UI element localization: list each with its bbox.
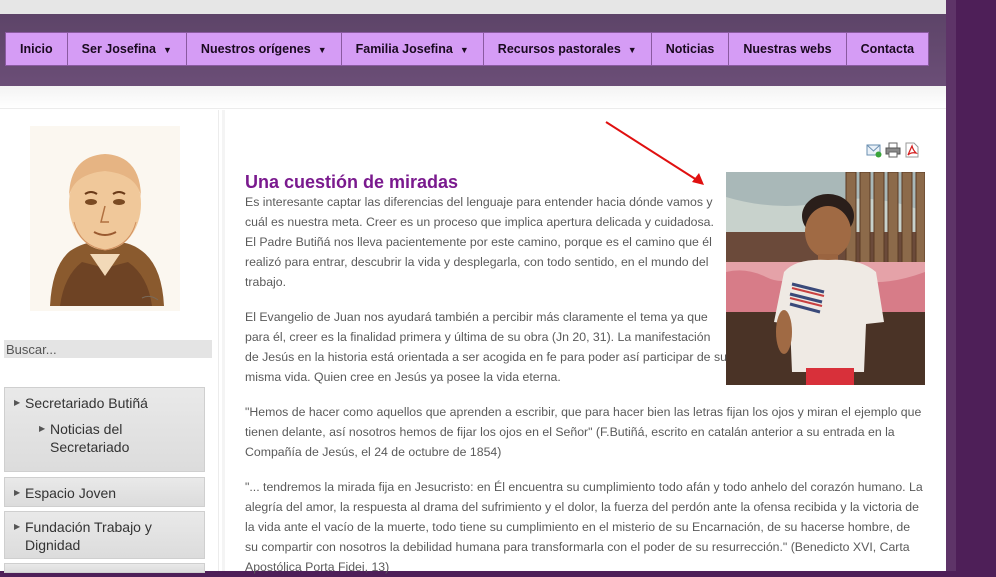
nav-label: Recursos pastorales <box>497 42 621 56</box>
pdf-icon[interactable] <box>904 142 920 158</box>
column-divider <box>222 110 225 571</box>
sidebar: ▶ Secretariado Butiñá ▶ Noticias del Sec… <box>0 110 219 573</box>
sidebar-subitem-noticias-del-secretariado[interactable]: ▶ Noticias del Secretariado <box>5 420 200 456</box>
top-banner <box>0 0 946 15</box>
sidebar-row: ▶ Fundación Trabajo y Dignidad <box>5 518 175 554</box>
nav-item-noticias[interactable]: Noticias <box>651 32 730 66</box>
print-icon[interactable] <box>885 142 901 158</box>
article-paragraph: "Hemos de hacer como aquellos que aprend… <box>245 405 922 459</box>
sidebar-item-label: Secretariado Butiñá <box>25 395 148 411</box>
triangle-right-icon: ▶ <box>14 522 21 531</box>
nav-item-inicio[interactable]: Inicio <box>6 32 68 66</box>
sidebar-item-secretariado-butina[interactable]: ▶ Secretariado Butiñá <box>5 394 204 412</box>
triangle-right-icon: ▶ <box>14 488 21 497</box>
portrait-drawing <box>30 126 180 311</box>
caret-down-icon: ▼ <box>627 45 637 55</box>
sidebar-item-label: Fundación Trabajo y Dignidad <box>25 519 152 553</box>
nav-label: Nuestros orígenes <box>200 42 311 56</box>
nav-label: Familia Josefina <box>355 42 453 56</box>
sidebar-item-espacio-joven[interactable]: ▶ Espacio Joven <box>4 477 205 507</box>
nav-item-ser-josefina[interactable]: Ser Josefina ▼ <box>67 32 187 66</box>
nav-label: Contacta <box>860 42 915 56</box>
sidebar-menu-secretariado: ▶ Secretariado Butiñá ▶ Noticias del Sec… <box>4 387 205 472</box>
nav-label: Noticias <box>665 42 715 56</box>
article-title: Una cuestión de miradas <box>245 172 459 192</box>
sidebar-item-partial <box>4 563 205 573</box>
triangle-right-icon: ▶ <box>39 424 46 433</box>
sidebar-item-label: Espacio Joven <box>25 485 117 501</box>
nav-item-contacta[interactable]: Contacta <box>846 32 930 66</box>
nav-item-familia-josefina[interactable]: Familia Josefina ▼ <box>341 32 484 66</box>
nav-item-recursos-pastorales[interactable]: Recursos pastorales ▼ <box>483 32 652 66</box>
caret-down-icon: ▼ <box>317 45 327 55</box>
page-frame <box>946 0 956 571</box>
article-photo <box>726 172 925 385</box>
page-top-strip <box>0 86 946 109</box>
annotation-arrow <box>605 121 704 185</box>
sidebar-row: ▶ Espacio Joven <box>5 484 204 502</box>
article-paragraph: Es interesante captar las diferencias de… <box>245 195 714 289</box>
article-tools <box>866 142 920 158</box>
nav-label: Inicio <box>20 42 53 56</box>
nav-item-nuestros-origenes[interactable]: Nuestros orígenes ▼ <box>186 32 342 66</box>
nav-label: Ser Josefina <box>81 42 156 56</box>
nav-label: Nuestras webs <box>743 42 832 56</box>
triangle-right-icon: ▶ <box>14 398 21 407</box>
sidebar-item-fundacion-trabajo[interactable]: ▶ Fundación Trabajo y Dignidad <box>4 511 205 559</box>
article-paragraph: "... tendremos la mirada fija en Jesucri… <box>245 480 923 574</box>
caret-down-icon: ▼ <box>459 45 469 55</box>
sidebar-item-label: Noticias del Secretariado <box>50 421 130 455</box>
caret-down-icon: ▼ <box>163 45 172 55</box>
search-input[interactable] <box>4 340 212 358</box>
main-nav: Inicio Ser Josefina ▼ Nuestros orígenes ▼ … <box>5 32 930 66</box>
nav-item-nuestras-webs[interactable]: Nuestras webs <box>729 32 847 66</box>
email-icon[interactable] <box>866 142 882 158</box>
article-paragraph: El Evangelio de Juan nos ayudará también… <box>245 310 727 384</box>
